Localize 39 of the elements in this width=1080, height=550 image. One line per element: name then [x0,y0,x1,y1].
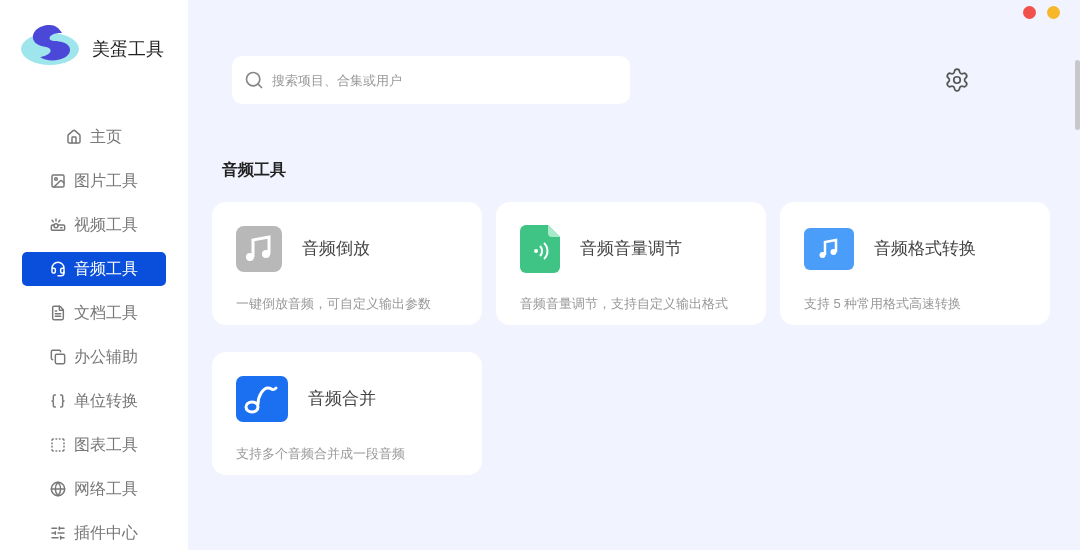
tool-card[interactable]: 音频格式转换 支持 5 种常用格式高速转换 [780,202,1050,325]
home-icon [66,129,82,145]
app-name: 美蛋工具 [92,38,164,61]
search-field[interactable]: 搜索项目、合集或用户 [232,56,630,104]
card-description: 支持 5 种常用格式高速转换 [804,295,963,313]
section-title: 音频工具 [222,160,287,180]
nav-item[interactable]: 音频工具 [22,252,166,286]
nav-item[interactable]: 图片工具 [22,164,166,198]
nav-item[interactable]: 单位转换 [22,384,166,418]
braces-icon [50,393,66,409]
sliders-icon [50,525,66,541]
card-title: 音频格式转换 [874,238,976,261]
nav-item[interactable]: 视频工具 [22,208,166,242]
nav-item[interactable]: 图表工具 [22,428,166,462]
nav-item[interactable]: 插件中心 [22,516,166,550]
nav-item[interactable]: 网络工具 [22,472,166,506]
search-icon [244,70,264,90]
tool-card[interactable]: 音频音量调节 音频音量调节，支持自定义输出格式 [496,202,766,325]
settings-icon[interactable] [944,67,970,93]
audio-file-icon [520,225,560,273]
document-icon [50,305,66,321]
headset-icon [50,261,66,277]
card-description: 音频音量调节，支持自定义输出格式 [520,295,729,313]
music-note-icon [804,228,854,270]
scrollbar[interactable] [1075,60,1080,130]
card-title: 音频倒放 [302,238,370,261]
nav-item[interactable]: 主页 [22,120,166,154]
image-icon [50,173,66,189]
projector-icon [50,217,66,233]
globe-icon [50,481,66,497]
card-title: 音频合并 [308,388,376,411]
music-wave-icon [236,376,288,422]
tool-card[interactable]: 音频倒放 一键倒放音频，可自定义输出参数 [212,202,482,325]
copy-icon [50,349,66,365]
music-note-icon [236,226,282,272]
card-title: 音频音量调节 [580,238,682,261]
nav-item[interactable]: 办公辅助 [22,340,166,374]
card-description: 一键倒放音频，可自定义输出参数 [236,295,432,313]
nav-item[interactable]: 文档工具 [22,296,166,330]
